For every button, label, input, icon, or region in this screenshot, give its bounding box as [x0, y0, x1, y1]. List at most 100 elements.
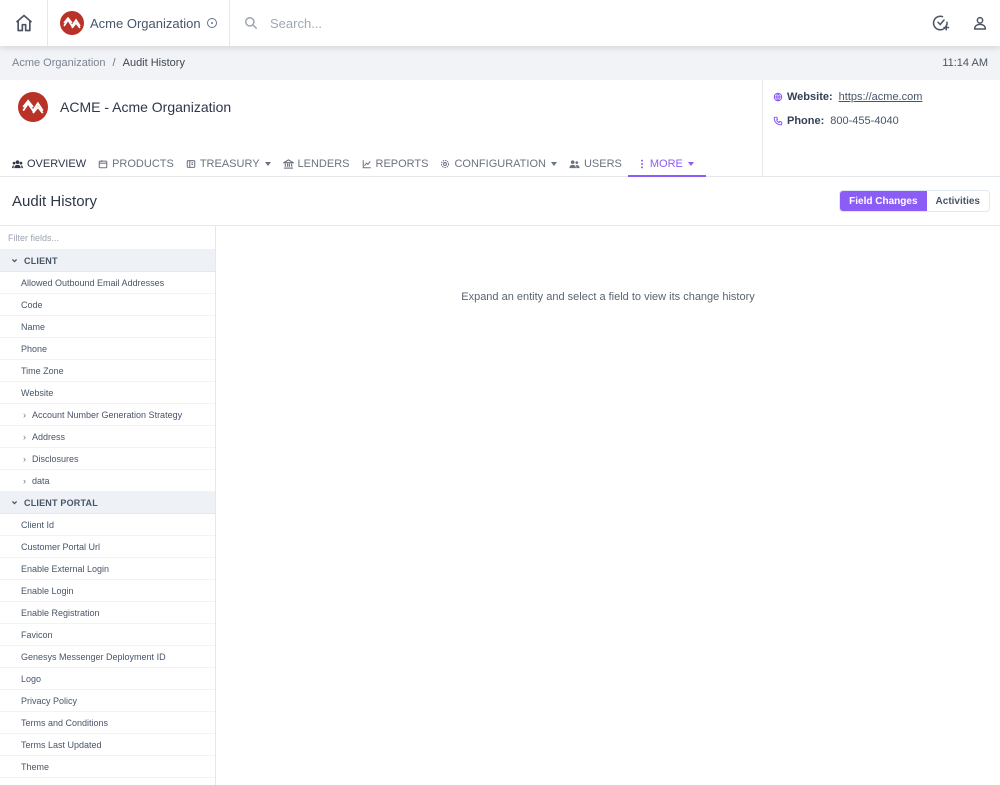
field-row[interactable]: Time Zone — [0, 360, 215, 382]
field-row[interactable]: Theme — [0, 756, 215, 778]
wallet-icon — [186, 160, 196, 168]
phone-value: 800-455-4040 — [830, 115, 899, 127]
tab-label: PRODUCTS — [112, 158, 174, 170]
group-header-client[interactable]: CLIENT — [0, 250, 215, 272]
view-toggle: Field Changes Activities — [839, 190, 990, 212]
tasks-button[interactable] — [932, 14, 950, 32]
entity-title: ACME - Acme Organization — [60, 99, 232, 115]
tab-reports[interactable]: REPORTS — [356, 153, 435, 177]
field-row[interactable]: Phone — [0, 338, 215, 360]
field-label: Terms and Conditions — [21, 717, 109, 728]
tab-overview[interactable]: OVERVIEW — [6, 153, 92, 177]
field-label: Theme — [21, 761, 50, 772]
home-icon — [15, 14, 32, 32]
search-icon — [245, 17, 257, 29]
field-label: Code — [21, 299, 43, 310]
search-area — [230, 0, 932, 46]
tab-label: CONFIGURATION — [454, 158, 546, 170]
check-circle-plus-icon — [932, 15, 950, 31]
top-bar: Acme Organization — [0, 0, 1000, 46]
field-label: Client Id — [21, 519, 55, 530]
clock-time: 11:14 AM — [942, 57, 988, 69]
box-icon — [98, 160, 108, 169]
field-row[interactable]: Website — [0, 382, 215, 404]
phone-row: Phone: 800-455-4040 — [773, 114, 990, 128]
home-button[interactable] — [0, 0, 48, 46]
field-row[interactable]: Allowed Outbound Email Addresses — [0, 272, 215, 294]
breadcrumb-org-link[interactable]: Acme Organization — [12, 57, 106, 69]
subgroup-row[interactable]: › Account Number Generation Strategy — [0, 404, 215, 426]
field-row[interactable]: Enable Registration — [0, 602, 215, 624]
field-changes-button[interactable]: Field Changes — [840, 191, 927, 211]
tab-label: OVERVIEW — [27, 158, 87, 170]
chevron-down-icon — [11, 501, 18, 505]
field-label: Allowed Outbound Email Addresses — [21, 277, 165, 288]
field-label: Enable External Login — [21, 563, 110, 574]
field-label: Enable Registration — [21, 607, 100, 618]
bank-icon — [282, 159, 294, 169]
tab-label: LENDERS — [297, 158, 350, 170]
audit-header: Audit History Field Changes Activities — [0, 177, 1000, 226]
chevron-right-icon: › — [23, 409, 26, 420]
field-row[interactable]: Privacy Policy — [0, 690, 215, 712]
website-link[interactable]: https://acme.com — [839, 91, 923, 103]
breadcrumb-current: Audit History — [122, 57, 185, 69]
field-row[interactable]: Enable Login — [0, 580, 215, 602]
subgroup-row[interactable]: › Address — [0, 426, 215, 448]
phone-label: Phone: — [787, 115, 825, 127]
subgroup-row[interactable]: › Disclosures — [0, 448, 215, 470]
tab-configuration[interactable]: CONFIGURATION — [434, 153, 562, 177]
phone-icon — [773, 116, 783, 126]
website-label: Website: — [787, 91, 833, 103]
switch-org-icon — [207, 18, 217, 28]
field-row[interactable]: Name — [0, 316, 215, 338]
entity-header: ACME - Acme Organization Website: https:… — [0, 80, 1000, 177]
field-label: Enable Login — [21, 585, 74, 596]
empty-state-message: Expand an entity and select a field to v… — [461, 291, 755, 303]
user-menu-button[interactable] — [972, 15, 988, 31]
entity-title-row: ACME - Acme Organization — [18, 92, 231, 122]
field-row[interactable]: Client Id — [0, 514, 215, 536]
org-switcher[interactable]: Acme Organization — [48, 0, 230, 46]
tab-label: USERS — [583, 158, 622, 170]
chevron-down-icon — [687, 162, 694, 166]
tab-users[interactable]: USERS — [563, 153, 628, 177]
users-icon — [12, 160, 23, 169]
subgroup-label: data — [32, 475, 50, 486]
tab-lenders[interactable]: LENDERS — [277, 153, 356, 177]
entity-logo-icon — [18, 92, 48, 122]
field-row[interactable]: Favicon — [0, 624, 215, 646]
users-icon — [569, 160, 580, 169]
field-label: Website — [21, 387, 54, 398]
entity-tabs: OVERVIEW PRODUCTS TREASURY LENDERS REPOR… — [6, 153, 706, 177]
field-row[interactable]: Terms Last Updated — [0, 734, 215, 756]
group-name: CLIENT PORTAL — [24, 497, 98, 508]
subgroup-row[interactable]: › data — [0, 470, 215, 492]
group-header-client-portal[interactable]: CLIENT PORTAL — [0, 492, 215, 514]
search-input[interactable] — [270, 15, 570, 31]
filter-fields-input[interactable] — [0, 226, 215, 250]
tab-treasury[interactable]: TREASURY — [180, 153, 277, 177]
tab-products[interactable]: PRODUCTS — [92, 153, 180, 177]
field-row[interactable]: Terms and Conditions — [0, 712, 215, 734]
field-label: Terms Last Updated — [21, 739, 102, 750]
org-logo-icon — [60, 11, 84, 35]
field-row[interactable]: Code — [0, 294, 215, 316]
field-row[interactable]: Customer Portal Url — [0, 536, 215, 558]
website-row: Website: https://acme.com — [773, 90, 990, 104]
tab-label: MORE — [649, 158, 683, 170]
change-history-area: Expand an entity and select a field to v… — [216, 226, 1000, 785]
tab-more[interactable]: MORE — [627, 153, 706, 177]
more-vertical-icon — [640, 159, 643, 169]
field-row[interactable]: Enable External Login — [0, 558, 215, 580]
field-row[interactable]: Genesys Messenger Deployment ID — [0, 646, 215, 668]
activities-button[interactable]: Activities — [926, 191, 989, 211]
chart-icon — [362, 160, 371, 169]
tab-label: REPORTS — [375, 158, 429, 170]
gear-icon — [441, 159, 450, 169]
org-name: Acme Organization — [90, 15, 201, 31]
field-row[interactable]: Logo — [0, 668, 215, 690]
chevron-right-icon: › — [23, 431, 26, 442]
top-right-actions — [932, 14, 1000, 32]
field-label: Phone — [21, 343, 48, 354]
